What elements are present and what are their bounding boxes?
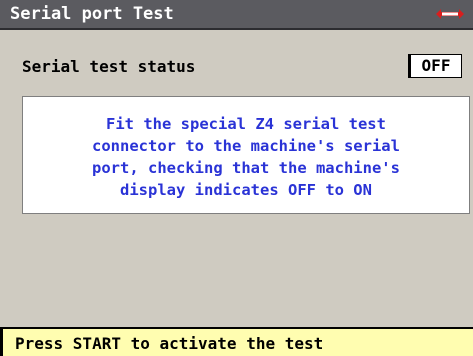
window-title: Serial port Test <box>10 4 174 24</box>
serial-port-test-screen: Serial port Test Serial test status OFF … <box>0 0 473 356</box>
serial-test-status-row: Serial test status OFF <box>22 54 470 80</box>
instruction-line: display indicates OFF to ON <box>120 181 372 199</box>
instruction-line: Fit the special Z4 serial test <box>106 115 386 133</box>
instruction-box: Fit the special Z4 serial test connector… <box>22 96 470 214</box>
title-bar: Serial port Test <box>0 0 473 30</box>
silca-logo-icon <box>436 9 464 19</box>
instruction-line: connector to the machine's serial <box>92 137 400 155</box>
serial-test-status-label: Serial test status <box>22 57 196 76</box>
instruction-line: port, checking that the machine's <box>92 159 400 177</box>
instruction-text: Fit the special Z4 serial test connector… <box>23 113 469 201</box>
serial-test-status-value: OFF <box>408 54 462 78</box>
footer-message: Press START to activate the test <box>15 334 324 353</box>
footer-status-bar: Press START to activate the test <box>0 327 473 356</box>
